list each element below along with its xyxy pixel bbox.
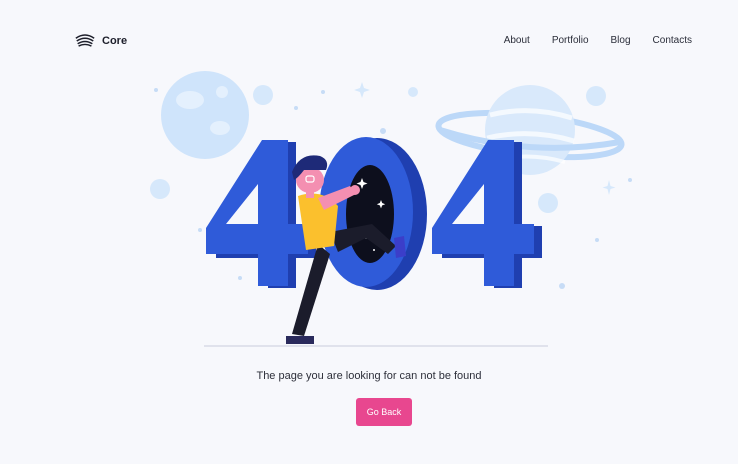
left-planet (161, 71, 249, 159)
error-illustration (150, 71, 632, 347)
error-message: The page you are looking for can not be … (256, 370, 482, 382)
page-root: Core About Portfolio Blog Contacts The p… (0, 0, 738, 464)
error-code-404 (206, 137, 542, 290)
go-back-button[interactable]: Go Back (356, 398, 412, 426)
